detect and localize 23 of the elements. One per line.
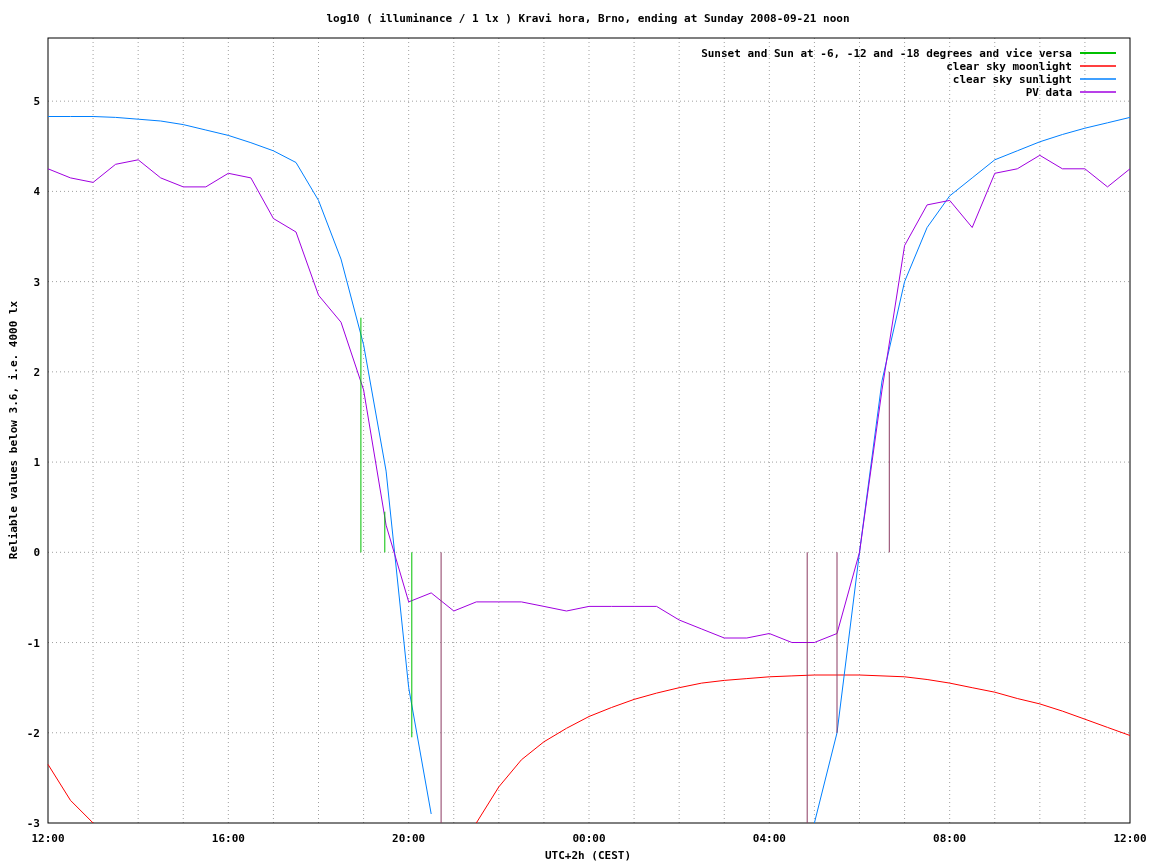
tick-label: 0	[33, 546, 40, 560]
chart-title: log10 ( illuminance / 1 lx ) Kravi hora, Brno, ending at Sunday 2008-09-21 noon	[326, 12, 850, 25]
tick-label: -1	[26, 636, 40, 650]
tick-label: 12:00	[31, 832, 65, 845]
tick-label: -2	[26, 726, 40, 740]
tick-label: 16:00	[211, 832, 245, 845]
tick-label: 04:00	[752, 832, 786, 845]
tick-label: 12:00	[1113, 832, 1147, 845]
y-axis-label: Reliable values below 3.6, i.e. 4000 lx	[7, 300, 20, 560]
legend-label: PV data	[1025, 86, 1072, 99]
legend-label: clear sky moonlight	[946, 60, 1072, 73]
legend-label: clear sky sunlight	[952, 73, 1072, 86]
legend-label: Sunset and Sun at -6, -12 and -18 degrees and vice versa	[701, 47, 1072, 60]
tick-label: 5	[33, 95, 40, 109]
x-axis-label: UTC+2h (CEST)	[544, 849, 632, 862]
tick-label: 2	[33, 365, 40, 379]
tick-label: 08:00	[933, 832, 967, 845]
tick-label: -3	[26, 817, 40, 830]
tick-label: 00:00	[572, 832, 606, 845]
tick-label: 4	[33, 185, 40, 199]
tick-label: 3	[33, 275, 40, 289]
tick-label: 20:00	[392, 832, 426, 845]
tick-label: 1	[33, 456, 40, 470]
